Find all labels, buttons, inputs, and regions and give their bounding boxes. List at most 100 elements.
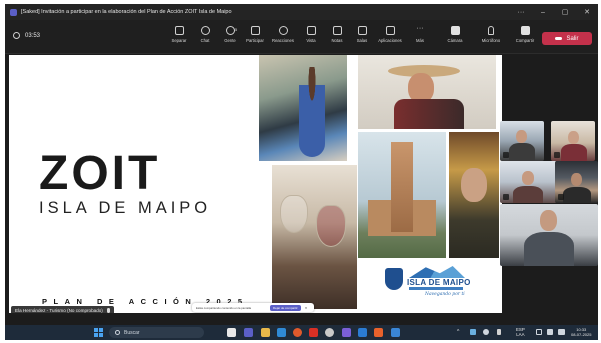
municipality-crest-icon — [385, 268, 403, 290]
reactions-icon — [278, 26, 288, 35]
camera-label: Cámara — [447, 38, 463, 43]
apps-icon — [385, 26, 395, 35]
more-options-button[interactable]: ··· — [510, 9, 532, 16]
participant-head — [522, 171, 534, 185]
close-window-button[interactable]: ✕ — [576, 8, 598, 16]
pdf-icon[interactable] — [309, 328, 318, 337]
teams-classic-icon[interactable] — [342, 328, 351, 337]
outlook-icon[interactable] — [358, 328, 367, 337]
chat-icon — [200, 26, 210, 35]
dismiss-notification-button[interactable]: ✕ — [305, 306, 308, 310]
share-icon — [520, 26, 530, 35]
reactions-label: Reacciones — [272, 38, 294, 43]
powerpoint-icon[interactable] — [374, 328, 383, 337]
more-icon: ··· — [416, 25, 424, 32]
people-button[interactable]: 5 Gente — [216, 26, 244, 43]
leave-meeting-button[interactable]: Salir — [542, 32, 592, 45]
taskbar-search[interactable]: Buscar — [109, 327, 204, 338]
participant-tile[interactable] — [500, 121, 544, 161]
participant-tile[interactable] — [500, 161, 557, 203]
mic-off-icon — [558, 194, 564, 200]
reactions-button[interactable]: Reacciones — [269, 26, 297, 43]
language-indicator[interactable]: ESP LAA — [516, 327, 525, 337]
huasos-photo — [358, 55, 496, 129]
camera-icon — [450, 26, 460, 35]
separar-label: Separar — [171, 38, 187, 43]
battery-icon[interactable] — [558, 329, 565, 335]
participar-label: Participar — [246, 38, 264, 43]
cloud-icon[interactable] — [470, 329, 476, 335]
participant-torso — [561, 144, 587, 161]
view-icon — [306, 26, 316, 35]
participant-torso — [509, 143, 535, 161]
leave-label: Salir — [566, 35, 579, 42]
apps-button[interactable]: Aplicaciones — [376, 26, 404, 43]
share-button[interactable]: Compartir — [511, 26, 539, 43]
file-explorer-icon[interactable] — [261, 328, 270, 337]
display-icon[interactable] — [536, 329, 542, 335]
festival-portrait-photo — [449, 132, 499, 258]
chat-button[interactable]: Chat — [191, 26, 219, 43]
sharing-text: Estás compartiendo contenido en la panta… — [196, 305, 252, 310]
raise-hand-icon — [250, 26, 260, 35]
minimize-button[interactable]: – — [532, 9, 554, 16]
participant-torso — [563, 187, 591, 203]
clock-date: 08-07-2025 — [571, 332, 592, 337]
teams-app-icon — [10, 8, 17, 16]
participant-tile[interactable] — [555, 161, 598, 203]
microphone-label: Micrófono — [481, 38, 501, 43]
view-label: Vista — [306, 38, 316, 43]
participant-tile[interactable] — [551, 121, 595, 161]
people-icon — [225, 26, 235, 35]
sharing-notification: Estás compartiendo contenido en la panta… — [192, 303, 314, 312]
stop-sharing-button[interactable]: Dejar de compartir — [270, 304, 301, 311]
browser-icon[interactable] — [277, 328, 286, 337]
participant-head — [571, 173, 582, 186]
network-tray-icon[interactable] — [483, 329, 489, 335]
apps-label: Aplicaciones — [378, 38, 402, 43]
windows-start-button[interactable] — [94, 328, 103, 337]
more-button[interactable]: ··· Más — [406, 25, 434, 43]
mic-off-icon — [503, 194, 509, 200]
mountains-icon — [409, 266, 465, 278]
clock[interactable]: 10:33 08-07-2025 — [571, 327, 591, 337]
notes-label: Notas — [331, 38, 343, 43]
chevron-up-icon[interactable]: ^ — [457, 329, 463, 335]
chrome-icon[interactable] — [293, 328, 302, 337]
meeting-timer: 03:53 — [13, 32, 40, 39]
participant-head — [516, 130, 527, 143]
mic-tray-icon[interactable] — [497, 329, 501, 335]
search-icon — [115, 330, 120, 335]
rooms-button[interactable]: Salas — [348, 26, 376, 43]
restore-button[interactable]: ▢ — [554, 8, 576, 16]
chat-label: Chat — [200, 38, 210, 43]
task-view-icon[interactable] — [227, 328, 236, 337]
participant-torso — [524, 232, 574, 266]
mic-off-icon — [488, 26, 494, 35]
window-title: [Saked] Invitación a participar en la el… — [21, 9, 232, 15]
microphone-button[interactable]: Micrófono — [477, 26, 505, 43]
phone-icon — [555, 37, 563, 40]
title-bar: [Saked] Invitación a participar en la el… — [5, 4, 598, 20]
notes-button[interactable]: Notas — [323, 26, 351, 43]
rooms-icon — [357, 26, 367, 35]
notes-icon — [332, 26, 342, 35]
teams-window: [Saked] Invitación a participar en la el… — [5, 4, 598, 340]
photos-icon[interactable] — [391, 328, 400, 337]
participant-torso — [513, 186, 543, 203]
participar-button[interactable]: Participar — [241, 26, 269, 43]
pop-out-icon — [174, 26, 184, 35]
settings-icon[interactable] — [325, 328, 334, 337]
church-tower-photo — [358, 132, 446, 258]
logo-name: ISLA DE MAIPO — [407, 278, 471, 287]
separar-button[interactable]: Separar — [165, 26, 193, 43]
participant-tile[interactable] — [500, 204, 598, 266]
slide-title: ZOIT — [39, 147, 161, 200]
camera-button[interactable]: Cámara — [441, 26, 469, 43]
microphone-icon — [106, 308, 110, 313]
view-button[interactable]: Vista — [297, 26, 325, 43]
search-placeholder: Buscar — [124, 329, 140, 336]
teams-taskbar-icon[interactable] — [244, 328, 253, 337]
volume-icon[interactable] — [547, 329, 553, 335]
mic-off-icon — [554, 152, 560, 158]
